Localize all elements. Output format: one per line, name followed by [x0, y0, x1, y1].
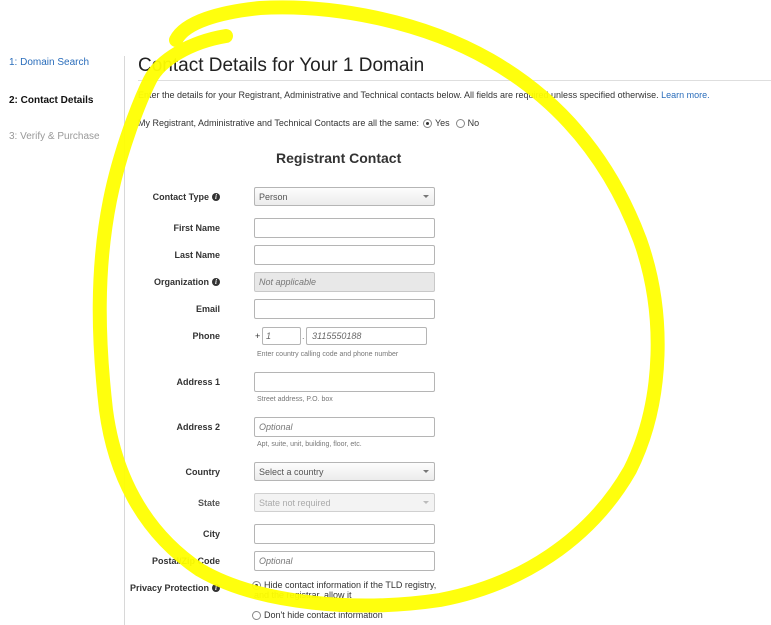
address2-hint: Apt, suite, unit, building, floor, etc.: [257, 441, 362, 448]
contact-type-label: Contact Type i: [153, 192, 220, 202]
postal-label: Postal/Zip Code: [151, 556, 220, 566]
same-contacts-label: My Registrant, Administrative and Techni…: [138, 118, 419, 128]
step-contact-details: 2: Contact Details: [9, 95, 94, 106]
privacy-hide-radio[interactable]: [252, 581, 261, 590]
same-no-radio[interactable]: [455, 118, 465, 128]
first-name-label: First Name: [173, 223, 220, 233]
privacy-hide-option[interactable]: Hide contact information if the TLD regi…: [252, 580, 436, 600]
privacy-show-radio[interactable]: [252, 611, 261, 620]
organization-label: Organization i: [154, 277, 220, 287]
phone-separator: .: [302, 331, 305, 341]
info-icon[interactable]: i: [212, 584, 220, 592]
organization-input: Not applicable: [254, 272, 435, 292]
contact-type-value: Person: [259, 191, 288, 202]
last-name-input[interactable]: [254, 245, 435, 265]
same-no-label[interactable]: No: [468, 118, 480, 128]
privacy-label-text: Privacy Protection: [129, 583, 209, 593]
state-label: State: [197, 498, 220, 508]
privacy-hide-line2: and the registrar, allow it: [254, 590, 352, 600]
chevron-down-icon: [423, 501, 429, 504]
intro-sentence: Enter the details for your Registrant, A…: [138, 90, 659, 100]
privacy-show-option[interactable]: Don't hide contact information: [252, 610, 383, 620]
address2-label: Address 2: [176, 422, 220, 432]
privacy-hide-line1: Hide contact information if the TLD regi…: [264, 580, 437, 590]
phone-label: Phone: [192, 331, 220, 341]
registrant-contact-heading: Registrant Contact: [276, 150, 402, 166]
same-contacts-row: My Registrant, Administrative and Techni…: [138, 118, 479, 128]
step-domain-search[interactable]: 1: Domain Search: [9, 57, 89, 68]
email-label: Email: [195, 304, 220, 314]
address1-label: Address 1: [176, 377, 220, 387]
first-name-input[interactable]: [254, 218, 435, 238]
intro-text: Enter the details for your Registrant, A…: [138, 90, 710, 100]
same-yes-label[interactable]: Yes: [435, 118, 450, 128]
chevron-down-icon: [423, 195, 429, 198]
phone-country-code-input[interactable]: 1: [262, 327, 301, 345]
privacy-label: Privacy Protection i: [130, 583, 220, 593]
page-title: Contact Details for Your 1 Domain: [138, 55, 425, 76]
nav-divider: [124, 56, 125, 625]
step-verify-purchase: 3: Verify & Purchase: [9, 131, 100, 142]
contact-type-label-text: Contact Type: [152, 192, 209, 202]
phone-plus: +: [255, 331, 261, 341]
address1-hint: Street address, P.O. box: [257, 396, 333, 403]
info-icon[interactable]: i: [212, 193, 220, 201]
last-name-label: Last Name: [174, 250, 220, 260]
state-value: State not required: [259, 497, 331, 508]
city-input[interactable]: [254, 524, 435, 544]
info-icon[interactable]: i: [212, 278, 220, 286]
chevron-down-icon: [423, 470, 429, 473]
privacy-show-label: Don't hide contact information: [264, 610, 383, 620]
postal-input[interactable]: Optional: [254, 551, 435, 571]
address1-input[interactable]: [254, 372, 435, 392]
city-label: City: [202, 529, 220, 539]
contact-type-select[interactable]: Person: [254, 187, 435, 206]
phone-hint: Enter country calling code and phone num…: [257, 351, 399, 358]
phone-number-input[interactable]: 3115550188: [306, 327, 427, 345]
learn-more-link[interactable]: Learn more.: [661, 90, 710, 100]
address2-input[interactable]: Optional: [254, 417, 435, 437]
email-input[interactable]: [254, 299, 435, 319]
title-divider: [138, 80, 771, 81]
country-label: Country: [185, 467, 221, 477]
country-value: Select a country: [259, 466, 324, 477]
same-yes-radio[interactable]: [422, 118, 432, 128]
state-select: State not required: [254, 493, 435, 512]
organization-label-text: Organization: [153, 277, 209, 287]
privacy-hide-label: Hide contact information if the TLD regi…: [254, 580, 437, 600]
country-select[interactable]: Select a country: [254, 462, 435, 481]
